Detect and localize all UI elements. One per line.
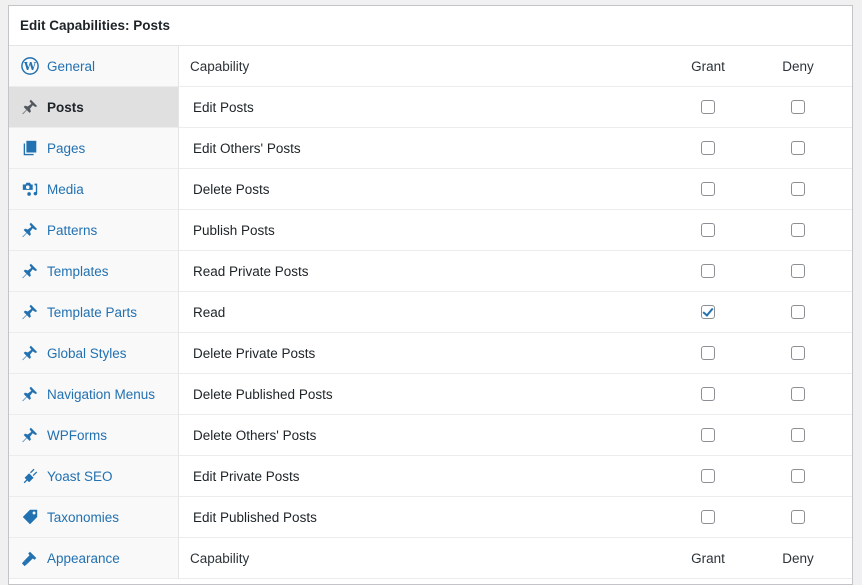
- sidebar-item-general[interactable]: W General: [9, 46, 178, 87]
- sidebar-item-label: General: [47, 58, 96, 74]
- table-row: Delete Posts: [179, 169, 852, 210]
- pushpin-icon: [21, 98, 39, 116]
- deny-checkbox[interactable]: [791, 305, 805, 319]
- grant-checkbox[interactable]: [701, 182, 715, 196]
- deny-checkbox[interactable]: [791, 223, 805, 237]
- table-footer: Capability Grant Deny: [179, 538, 852, 579]
- deny-checkbox[interactable]: [791, 182, 805, 196]
- pushpin-icon: [21, 344, 39, 362]
- capability-column-header: Capability: [190, 550, 250, 566]
- deny-column-header: Deny: [782, 58, 814, 74]
- table-row: Read Private Posts: [179, 251, 852, 292]
- grant-checkbox[interactable]: [701, 264, 715, 278]
- sidebar-item-label: Appearance: [47, 550, 120, 566]
- sidebar-item-appearance[interactable]: Appearance: [9, 538, 178, 579]
- capability-name: Edit Published Posts: [193, 509, 317, 525]
- deny-checkbox[interactable]: [791, 346, 805, 360]
- deny-checkbox[interactable]: [791, 469, 805, 483]
- paintbrush-icon: [21, 549, 39, 567]
- sidebar-item-media[interactable]: Media: [9, 169, 178, 210]
- table-row: Delete Others' Posts: [179, 415, 852, 456]
- capabilities-table: Capability Grant Deny Edit Posts Edit Others…: [179, 46, 852, 579]
- tag-icon: [21, 508, 39, 526]
- grant-checkbox[interactable]: [701, 510, 715, 524]
- sidebar-item-label: Navigation Menus: [47, 386, 156, 402]
- pushpin-icon: [21, 303, 39, 321]
- capability-name: Edit Private Posts: [193, 468, 300, 484]
- deny-checkbox[interactable]: [791, 100, 805, 114]
- grant-checkbox[interactable]: [701, 346, 715, 360]
- plugin-icon: [21, 467, 39, 485]
- sidebar-item-label: Templates: [47, 263, 109, 279]
- sidebar-item-template-parts[interactable]: Template Parts: [9, 292, 178, 333]
- sidebar-item-patterns[interactable]: Patterns: [9, 210, 178, 251]
- grant-checkbox[interactable]: [701, 100, 715, 114]
- sidebar-item-global-styles[interactable]: Global Styles: [9, 333, 178, 374]
- panel-title: Edit Capabilities: Posts: [9, 6, 852, 46]
- sidebar-item-templates[interactable]: Templates: [9, 251, 178, 292]
- capability-group-sidebar: W General Posts Pages Media Patterns Templates…: [9, 46, 179, 579]
- capability-name: Delete Posts: [193, 181, 270, 197]
- table-row: Edit Private Posts: [179, 456, 852, 497]
- pushpin-icon: [21, 426, 39, 444]
- table-row: Edit Others' Posts: [179, 128, 852, 169]
- pushpin-icon: [21, 262, 39, 280]
- edit-capabilities-panel: Edit Capabilities: Posts W General Posts Pa…: [8, 5, 853, 585]
- pages-icon: [21, 139, 39, 157]
- capability-name: Publish Posts: [193, 222, 275, 238]
- sidebar-item-label: Global Styles: [47, 345, 127, 361]
- sidebar-item-posts[interactable]: Posts: [9, 87, 178, 128]
- sidebar-item-label: Yoast SEO: [47, 468, 113, 484]
- deny-checkbox[interactable]: [791, 428, 805, 442]
- sidebar-item-label: Posts: [47, 99, 84, 115]
- sidebar-item-label: Media: [47, 181, 84, 197]
- capability-name: Read: [193, 304, 226, 320]
- capability-name: Delete Private Posts: [193, 345, 316, 361]
- sidebar-item-label: WPForms: [47, 427, 107, 443]
- grant-checkbox[interactable]: [701, 428, 715, 442]
- sidebar-item-label: Pages: [47, 140, 86, 156]
- table-header: Capability Grant Deny: [179, 46, 852, 87]
- pushpin-icon: [21, 385, 39, 403]
- table-row: Edit Posts: [179, 87, 852, 128]
- grant-checkbox[interactable]: [701, 305, 715, 319]
- sidebar-item-label: Taxonomies: [47, 509, 120, 525]
- capability-name: Read Private Posts: [193, 263, 309, 279]
- deny-checkbox[interactable]: [791, 264, 805, 278]
- table-row: Delete Private Posts: [179, 333, 852, 374]
- grant-checkbox[interactable]: [701, 469, 715, 483]
- table-row: Publish Posts: [179, 210, 852, 251]
- grant-checkbox[interactable]: [701, 223, 715, 237]
- capability-name: Delete Published Posts: [193, 386, 333, 402]
- grant-checkbox[interactable]: [701, 387, 715, 401]
- capability-column-header: Capability: [190, 58, 250, 74]
- deny-column-header: Deny: [782, 550, 814, 566]
- sidebar-item-pages[interactable]: Pages: [9, 128, 178, 169]
- sidebar-item-wpforms[interactable]: WPForms: [9, 415, 178, 456]
- grant-checkbox[interactable]: [701, 141, 715, 155]
- svg-text:W: W: [23, 60, 37, 73]
- sidebar-item-navigation-menus[interactable]: Navigation Menus: [9, 374, 178, 415]
- capability-name: Edit Others' Posts: [193, 140, 301, 156]
- deny-checkbox[interactable]: [791, 387, 805, 401]
- grant-column-header: Grant: [691, 58, 725, 74]
- capability-name: Edit Posts: [193, 99, 254, 115]
- table-row: Edit Published Posts: [179, 497, 852, 538]
- capability-name: Delete Others' Posts: [193, 427, 317, 443]
- sidebar-item-label: Patterns: [47, 222, 98, 238]
- sidebar-item-label: Template Parts: [47, 304, 138, 320]
- media-icon: [21, 180, 39, 198]
- pushpin-icon: [21, 221, 39, 239]
- table-row: Read: [179, 292, 852, 333]
- table-row: Delete Published Posts: [179, 374, 852, 415]
- sidebar-item-yoast-seo[interactable]: Yoast SEO: [9, 456, 178, 497]
- deny-checkbox[interactable]: [791, 510, 805, 524]
- deny-checkbox[interactable]: [791, 141, 805, 155]
- grant-column-header: Grant: [691, 550, 725, 566]
- wordpress-icon: W: [21, 57, 39, 75]
- sidebar-item-taxonomies[interactable]: Taxonomies: [9, 497, 178, 538]
